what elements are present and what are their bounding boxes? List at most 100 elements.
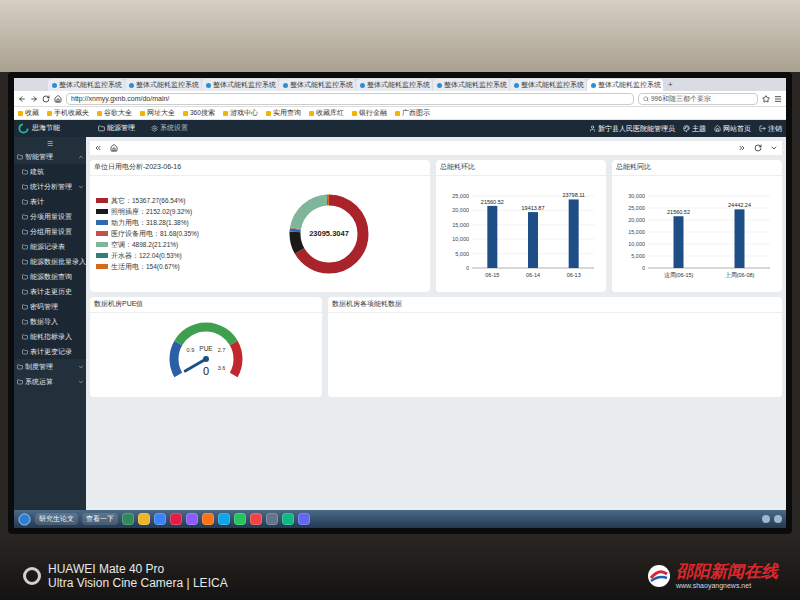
sidebar-item[interactable]: 表计 (14, 194, 86, 209)
taskbar-app-icon[interactable] (186, 513, 198, 525)
donut-segment[interactable] (295, 200, 363, 268)
donut-segment[interactable] (295, 200, 363, 268)
new-tab-button[interactable]: + (664, 79, 677, 91)
camera-watermark: HUAWEI Mate 40 ProUltra Vision Cine Came… (22, 562, 228, 590)
donut-total: 23095.3047 (309, 229, 349, 238)
bar-value: 23798.11 (562, 192, 585, 198)
header-action[interactable]: 主题 (683, 124, 706, 134)
back-icon[interactable] (18, 95, 26, 103)
donut-segment[interactable] (295, 200, 363, 268)
reload-icon[interactable] (42, 95, 50, 103)
sidebar-item[interactable]: 分项用量设置 (14, 209, 86, 224)
sidebar-item[interactable]: 统计分析管理 (14, 179, 86, 194)
donut-segment[interactable] (295, 200, 363, 268)
sidebar-item[interactable]: 分组用量设置 (14, 224, 86, 239)
sidebar-item[interactable]: 智能管理 (14, 149, 86, 164)
gauge-band (174, 343, 178, 375)
bookmark[interactable]: 收藏库红 (309, 108, 344, 118)
browser-tab[interactable]: 整体式能耗监控系统 (125, 79, 201, 91)
legend-item[interactable]: 其它：15367.27(66.54%) (96, 195, 226, 206)
browser-tab[interactable]: 整体式能耗监控系统 (433, 79, 509, 91)
sidebar-item[interactable]: 制度管理 (14, 359, 86, 374)
donut-segment[interactable] (295, 200, 363, 268)
taskbar-app-icon[interactable] (266, 513, 278, 525)
tray-icon[interactable] (774, 515, 782, 523)
browser-tab[interactable]: 整体式能耗监控系统 (510, 79, 586, 91)
refresh-icon[interactable] (754, 144, 762, 152)
forward-icon[interactable] (30, 95, 38, 103)
bar[interactable] (487, 206, 497, 268)
bookmark[interactable]: 360搜索 (183, 108, 215, 118)
header-action[interactable]: 注销 (759, 124, 782, 134)
taskbar-app-icon[interactable] (218, 513, 230, 525)
sidebar-item[interactable]: 系统运算 (14, 374, 86, 389)
start-icon[interactable] (18, 513, 31, 526)
bookmark[interactable]: 游戏中心 (223, 108, 258, 118)
sidebar-item[interactable]: 能源数据查询 (14, 269, 86, 284)
sidebar-item[interactable]: 能耗指标录入 (14, 329, 86, 344)
user-name[interactable]: 新宁县人民医院能管理员 (589, 124, 675, 134)
taskbar-app-icon[interactable] (138, 513, 150, 525)
browser-tab[interactable]: 整体式能耗监控系统 (356, 79, 432, 91)
app-nav-item[interactable]: 系统设置 (147, 123, 192, 134)
axis-tick: 30,000 (628, 193, 645, 199)
expand-icon[interactable] (738, 144, 746, 152)
bookmark[interactable]: 实用查询 (266, 108, 301, 118)
sidebar-toggle[interactable]: ☰ (14, 139, 86, 149)
legend-item[interactable]: 空调：4898.2(21.21%) (96, 239, 226, 250)
bookmark[interactable]: 谷歌大全 (97, 108, 132, 118)
bookmark[interactable]: 手机收藏夹 (47, 108, 89, 118)
bar[interactable] (528, 212, 538, 268)
search-field[interactable]: 996和随三都个要宗 (638, 93, 758, 105)
taskbar-app-icon[interactable] (122, 513, 134, 525)
favicon-icon (591, 83, 596, 88)
bar[interactable] (569, 199, 579, 268)
home-icon[interactable] (54, 95, 62, 103)
gauge-tick: 2.7 (218, 347, 226, 353)
taskbar-app-icon[interactable] (282, 513, 294, 525)
browser-tab[interactable]: 整体式能耗监控系统 (587, 79, 663, 91)
favicon-icon (437, 83, 442, 88)
browser-tab[interactable]: 整体式能耗监控系统 (279, 79, 355, 91)
bookmark[interactable]: 网址大全 (140, 108, 175, 118)
favorite-icon[interactable] (762, 95, 770, 103)
bookmark[interactable]: 广西图示 (395, 108, 430, 118)
taskbar-app-icon[interactable] (250, 513, 262, 525)
donut-segment[interactable] (295, 200, 363, 268)
dropdown-icon[interactable] (770, 144, 778, 152)
bookmark[interactable]: 收藏 (18, 108, 39, 118)
menu-icon[interactable] (774, 95, 782, 103)
taskbar-window[interactable]: 查看一下 (82, 513, 118, 525)
sidebar-item[interactable]: 建筑 (14, 164, 86, 179)
taskbar-app-icon[interactable] (202, 513, 214, 525)
legend-item[interactable]: 照明插座：2152.02(9.32%) (96, 206, 226, 217)
legend-item[interactable]: 开水器：122.04(0.53%) (96, 250, 226, 261)
url-field[interactable]: http://xnmyy.gxnb.com/do/main/ (66, 93, 634, 105)
taskbar-app-icon[interactable] (298, 513, 310, 525)
sidebar-item[interactable]: 能源记录表 (14, 239, 86, 254)
app-nav-item[interactable]: 能源管理 (94, 123, 139, 134)
sidebar-item[interactable]: 表计更变记录 (14, 344, 86, 359)
legend-item[interactable]: 动力用电：318.28(1.38%) (96, 217, 226, 228)
legend-item[interactable]: 医疗设备用电：81.68(0.35%) (96, 228, 226, 239)
sidebar-item[interactable]: 密码管理 (14, 299, 86, 314)
sidebar-item[interactable]: 数据导入 (14, 314, 86, 329)
bookmark[interactable]: 银行金融 (352, 108, 387, 118)
category-label: 上周(06-08) (725, 272, 755, 278)
taskbar-app-icon[interactable] (170, 513, 182, 525)
browser-tab[interactable]: 整体式能耗监控系统 (48, 79, 124, 91)
legend-item[interactable]: 生活用电：154(0.67%) (96, 261, 226, 272)
taskbar-window[interactable]: 研究生论文 (35, 513, 78, 525)
sidebar-item[interactable]: 表计走更历史 (14, 284, 86, 299)
tray-icon[interactable] (762, 515, 770, 523)
bar[interactable] (735, 209, 745, 268)
header-action[interactable]: 网站首页 (714, 124, 751, 134)
browser-tab[interactable]: 整体式能耗监控系统 (202, 79, 278, 91)
home-icon[interactable] (110, 144, 118, 152)
donut-segment[interactable] (295, 200, 363, 268)
sidebar-item[interactable]: 能源数据批量录入 (14, 254, 86, 269)
taskbar-app-icon[interactable] (234, 513, 246, 525)
bar[interactable] (674, 216, 684, 268)
taskbar-app-icon[interactable] (154, 513, 166, 525)
collapse-icon[interactable] (94, 144, 102, 152)
